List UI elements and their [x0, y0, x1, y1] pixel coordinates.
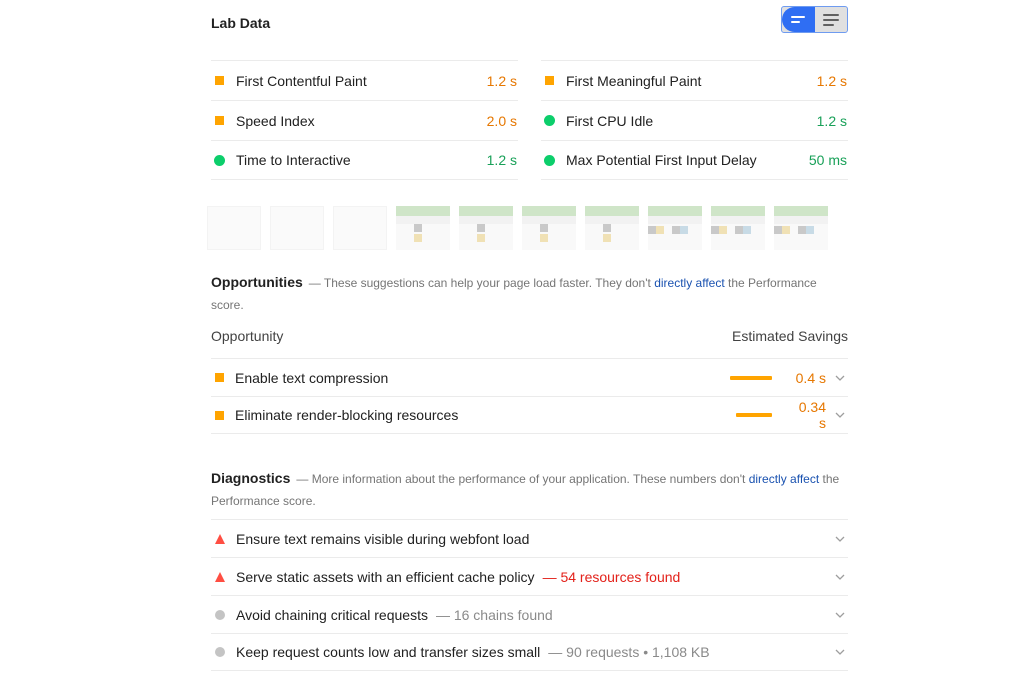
chevron-down-icon[interactable]	[834, 533, 846, 545]
average-square-icon	[215, 373, 224, 382]
metrics-grid: First Contentful Paint 1.2 s First Meani…	[211, 60, 848, 180]
metric-label: First Contentful Paint	[236, 72, 367, 89]
filmstrip	[207, 206, 847, 250]
column-estimated-savings: Estimated Savings	[732, 328, 848, 344]
metric-value: 1.2 s	[486, 152, 517, 168]
metric-speed-index: Speed Index 2.0 s	[211, 100, 518, 140]
expanded-view-button[interactable]	[814, 7, 847, 32]
opportunity-title: Enable text compression	[235, 369, 389, 386]
opportunities-section: Opportunities — These suggestions can hel…	[211, 271, 848, 434]
info-circle-icon	[215, 647, 225, 657]
metric-value: 2.0 s	[486, 112, 517, 129]
chevron-down-icon[interactable]	[834, 609, 846, 621]
diagnostic-detail: — 16 chains found	[435, 606, 553, 623]
metrics-view-toggle[interactable]	[781, 6, 848, 33]
average-square-icon	[215, 116, 224, 125]
filmstrip-frame	[459, 206, 513, 250]
opportunities-column-headers: Opportunity Estimated Savings	[211, 328, 848, 350]
lab-data-header: Lab Data	[211, 0, 848, 60]
diagnostic-row[interactable]: Keep request counts low and transfer siz…	[211, 633, 848, 671]
opportunity-row[interactable]: Eliminate render-blocking resources 0.34…	[211, 396, 848, 434]
lab-data-section: Lab Data First Contentful Paint 1.2 s Fi…	[211, 0, 848, 180]
metric-label: Speed Index	[236, 112, 315, 129]
filmstrip-frame	[711, 206, 765, 250]
savings-bar	[736, 413, 772, 417]
chevron-down-icon[interactable]	[834, 409, 846, 421]
savings-value: 0.34 s	[798, 399, 826, 431]
filmstrip-frame	[774, 206, 828, 250]
opportunities-description: Opportunities — These suggestions can hel…	[211, 271, 848, 316]
metric-first-meaningful-paint: First Meaningful Paint 1.2 s	[541, 60, 848, 100]
compact-lines-icon	[791, 16, 806, 23]
fail-triangle-icon	[215, 571, 225, 582]
opportunity-title: Eliminate render-blocking resources	[235, 407, 459, 423]
list-lines-icon	[822, 13, 839, 26]
diagnostic-row[interactable]: Avoid chaining critical requests — 16 ch…	[211, 595, 848, 633]
average-square-icon	[215, 76, 224, 85]
metric-first-cpu-idle: First CPU Idle 1.2 s	[541, 100, 848, 140]
diagnostic-title: Keep request counts low and transfer siz…	[236, 644, 541, 660]
opportunities-title: Opportunities	[211, 274, 303, 290]
diagnostic-detail: — 54 resources found	[542, 568, 681, 585]
info-circle-icon	[215, 609, 225, 620]
metric-label: Max Potential First Input Delay	[566, 152, 757, 168]
column-opportunity: Opportunity	[211, 328, 284, 344]
metric-value: 1.2 s	[816, 72, 847, 89]
filmstrip-frame	[207, 206, 261, 250]
metric-label: First Meaningful Paint	[566, 72, 702, 89]
diagnostic-row[interactable]: Serve static assets with an efficient ca…	[211, 557, 848, 595]
metric-time-to-interactive: Time to Interactive 1.2 s	[211, 140, 518, 180]
compact-view-button[interactable]	[782, 7, 815, 32]
filmstrip-frame	[648, 206, 702, 250]
metric-label: First CPU Idle	[566, 112, 654, 129]
pass-circle-icon	[214, 154, 225, 166]
diagnostic-title: Ensure text remains visible during webfo…	[236, 530, 530, 547]
metric-label: Time to Interactive	[236, 152, 351, 168]
filmstrip-frame	[333, 206, 387, 250]
average-square-icon	[215, 410, 224, 420]
chevron-down-icon[interactable]	[834, 372, 846, 384]
description-text: — These suggestions can help your page l…	[308, 276, 655, 290]
metric-max-potential-fid: Max Potential First Input Delay 50 ms	[541, 140, 848, 180]
diagnostic-row[interactable]: Ensure text remains visible during webfo…	[211, 519, 848, 557]
diagnostic-title: Avoid chaining critical requests	[236, 606, 428, 623]
filmstrip-frame	[270, 206, 324, 250]
filmstrip-frame	[396, 206, 450, 250]
filmstrip-frame	[522, 206, 576, 250]
diagnostics-section: Diagnostics — More information about the …	[211, 467, 848, 671]
diagnostic-detail: — 90 requests • 1,108 KB	[548, 644, 710, 660]
filmstrip-frame	[585, 206, 639, 250]
diagnostics-title: Diagnostics	[211, 470, 291, 486]
diagnostics-description: Diagnostics — More information about the …	[211, 467, 848, 512]
directly-affect-link[interactable]: directly affect	[654, 276, 724, 290]
chevron-down-icon[interactable]	[834, 571, 846, 583]
chevron-down-icon[interactable]	[834, 646, 846, 658]
savings-bar	[730, 375, 772, 380]
average-square-icon	[545, 76, 554, 85]
pass-circle-icon	[544, 154, 555, 166]
directly-affect-link[interactable]: directly affect	[749, 472, 819, 486]
fail-triangle-icon	[215, 533, 225, 544]
metric-value: 1.2 s	[816, 112, 847, 129]
metric-first-contentful-paint: First Contentful Paint 1.2 s	[211, 60, 518, 100]
savings-value: 0.4 s	[795, 369, 826, 386]
lab-data-title: Lab Data	[211, 15, 271, 31]
opportunity-row[interactable]: Enable text compression 0.4 s	[211, 358, 848, 396]
metric-value: 50 ms	[808, 152, 847, 168]
description-text: — More information about the performance…	[296, 472, 749, 486]
pass-circle-icon	[544, 115, 555, 126]
diagnostic-title: Serve static assets with an efficient ca…	[236, 568, 535, 585]
metric-value: 1.2 s	[486, 72, 517, 89]
